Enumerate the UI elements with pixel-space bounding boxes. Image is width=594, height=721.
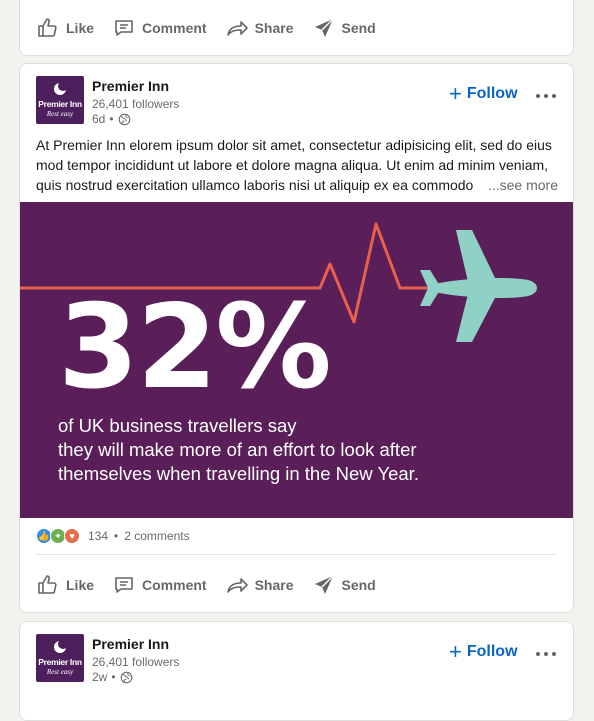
send-button[interactable]: Send — [312, 8, 386, 48]
caption-line: they will make more of an effort to look… — [58, 439, 417, 460]
follow-label: Follow — [466, 85, 518, 102]
post-action-bar: Like Comment Share Send — [20, 4, 573, 52]
company-logo[interactable]: Premier Inn Rest easy — [36, 634, 84, 682]
comment-button[interactable]: Comment — [112, 8, 217, 48]
count-separator: • — [114, 529, 119, 543]
send-button[interactable]: Send — [312, 565, 386, 605]
meta-separator: • — [109, 112, 114, 126]
post-image[interactable]: 32% of UK business travellers say they w… — [20, 202, 573, 518]
social-counts: 👍 ✦ ♥ 134 • 2 comments — [36, 526, 190, 546]
comment-icon — [115, 20, 133, 36]
logo-tagline: Rest easy — [46, 668, 74, 676]
logo-wordmark: Premier Inn — [38, 657, 82, 667]
divider — [36, 554, 557, 555]
follow-label: Follow — [466, 643, 518, 660]
post-action-bar: Like Comment Share Send — [20, 561, 573, 609]
logo-tagline: Rest easy — [46, 110, 74, 118]
ellipsis-dot — [544, 94, 548, 98]
send-label: Send — [341, 577, 376, 593]
post-time: 2w — [92, 670, 108, 684]
post-text-line: At Premier Inn elorem ipsum dolor sit am… — [36, 137, 552, 153]
reaction-count[interactable]: 134 — [88, 529, 108, 543]
share-arrow-icon — [226, 21, 248, 36]
plus-icon: + — [449, 639, 462, 664]
author-name[interactable]: Premier Inn — [92, 78, 169, 94]
share-label: Share — [254, 20, 294, 36]
post-author-block: Premier Inn Rest easy Premier Inn 26,401… — [36, 76, 559, 126]
plus-icon: + — [449, 81, 462, 106]
share-label: Share — [254, 577, 294, 593]
ellipsis-dot — [552, 94, 556, 98]
love-reaction-icon: ♥ — [64, 528, 80, 544]
airplane-icon — [420, 230, 537, 342]
send-icon — [314, 18, 333, 37]
post-meta: 2w • — [92, 670, 133, 684]
like-button[interactable]: Like — [36, 8, 104, 48]
post-meta: 6d • — [92, 112, 131, 126]
more-options-button[interactable] — [534, 642, 558, 666]
comment-label: Comment — [142, 577, 207, 593]
see-more-link[interactable]: ...see more — [477, 175, 558, 195]
like-button[interactable]: Like — [36, 565, 104, 605]
meta-separator: • — [111, 670, 116, 684]
like-label: Like — [66, 20, 95, 36]
comment-icon — [115, 577, 133, 593]
comment-button[interactable]: Comment — [112, 565, 217, 605]
ellipsis-dot — [536, 94, 540, 98]
follower-count: 26,401 followers — [92, 97, 180, 111]
comment-count[interactable]: 2 comments — [124, 529, 189, 543]
caption-line: themselves when travelling in the New Ye… — [58, 463, 419, 484]
ellipsis-dot — [536, 652, 540, 656]
moon-icon — [54, 81, 68, 95]
globe-icon — [120, 671, 132, 683]
thumbs-up-icon — [38, 575, 57, 594]
send-label: Send — [341, 20, 376, 36]
ellipsis-dot — [544, 652, 548, 656]
statistic-figure: 32% — [58, 280, 332, 415]
image-caption: of UK business travellers say they will … — [58, 414, 419, 486]
send-icon — [314, 575, 333, 594]
share-button[interactable]: Share — [225, 565, 304, 605]
post-author-block: Premier Inn Rest easy Premier Inn 26,401… — [36, 634, 559, 684]
ellipsis-dot — [552, 652, 556, 656]
feed-post-card: Premier Inn Rest easy Premier Inn 26,401… — [19, 63, 574, 613]
follow-button[interactable]: + Follow — [449, 81, 518, 106]
more-options-button[interactable] — [534, 84, 558, 108]
post-text: At Premier Inn elorem ipsum dolor sit am… — [36, 135, 558, 195]
author-name[interactable]: Premier Inn — [92, 636, 169, 652]
company-logo[interactable]: Premier Inn Rest easy — [36, 76, 84, 124]
moon-icon — [54, 639, 68, 653]
follower-count: 26,401 followers — [92, 655, 180, 669]
logo-wordmark: Premier Inn — [38, 99, 82, 109]
post-text-line: mod tempor incididunt ut labore et dolor… — [36, 157, 549, 173]
share-button[interactable]: Share — [225, 8, 304, 48]
comment-label: Comment — [142, 20, 207, 36]
feed-post-card: Premier Inn Rest easy Premier Inn 26,401… — [19, 621, 574, 721]
thumbs-up-icon — [38, 18, 57, 37]
post-time: 6d — [92, 112, 106, 126]
globe-icon — [118, 113, 130, 125]
share-arrow-icon — [226, 578, 248, 593]
previous-post-card: Like Comment Share Send — [19, 0, 574, 56]
follow-button[interactable]: + Follow — [449, 639, 518, 664]
like-label: Like — [66, 577, 95, 593]
caption-line: of UK business travellers say — [58, 415, 297, 436]
